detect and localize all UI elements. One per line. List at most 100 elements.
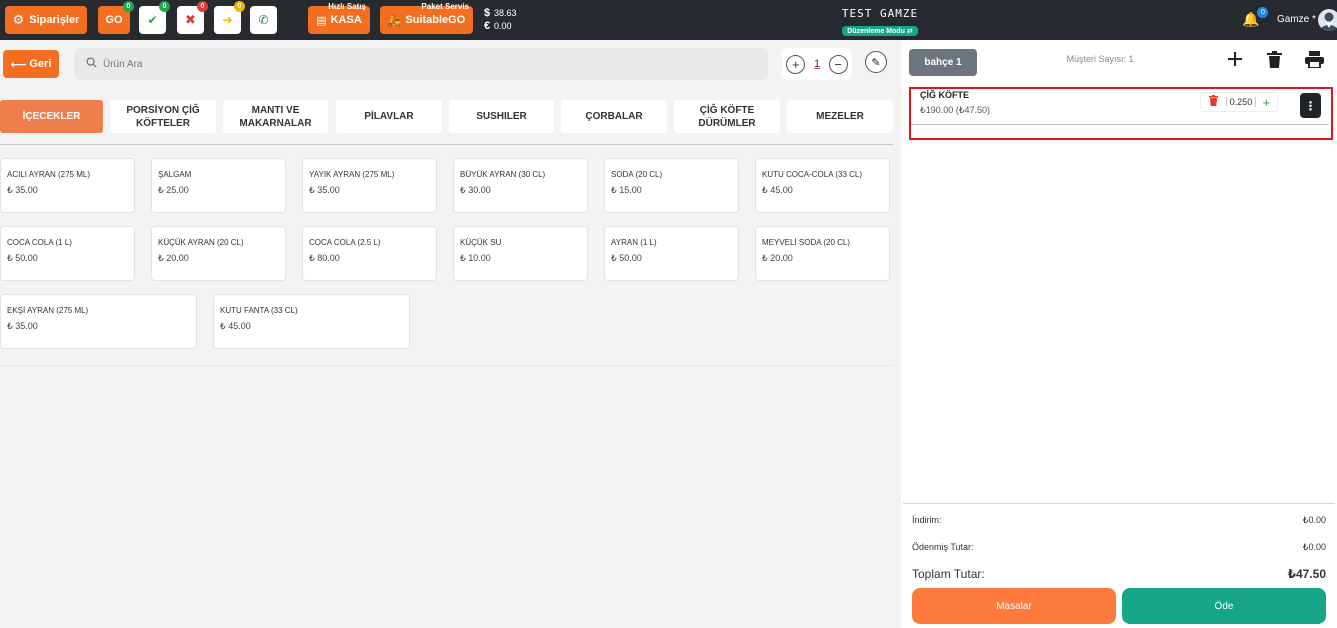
product-card[interactable]: ACILI AYRAN (275 ML) ₺ 35.00: [0, 158, 135, 213]
swap-icon: ⇄: [906, 28, 913, 35]
tab-pilavlar[interactable]: PİLAVLAR: [336, 100, 442, 133]
product-card[interactable]: COCA COLA (2.5 L) ₺ 80.00: [302, 226, 437, 281]
product-name: COCA COLA (1 L): [7, 238, 72, 247]
discount-value: ₺0.00: [1302, 515, 1326, 525]
tab-mezeler[interactable]: MEZELER: [787, 100, 893, 133]
edit-mode-toggle[interactable]: Düzenleme Modu ⇄: [842, 26, 918, 36]
product-name: MEYVELİ SODA (20 CL): [762, 238, 851, 247]
product-card[interactable]: KÜÇÜK AYRAN (20 CL) ₺ 20.00: [151, 226, 286, 281]
gear-icon: ⚙: [12, 12, 25, 27]
approved-orders-button[interactable]: ✔ 0: [139, 1, 170, 34]
edit-mode-label: Düzenleme Modu: [847, 28, 905, 35]
tab-sushiler[interactable]: SUSHILER: [449, 100, 554, 133]
delete-order-button[interactable]: [1267, 51, 1282, 73]
tables-button[interactable]: Masalar: [912, 588, 1116, 624]
notification-button[interactable]: 🔔 0: [1242, 7, 1269, 28]
quantity-decrease-button[interactable]: −: [828, 54, 848, 74]
total-value: ₺47.50: [1287, 567, 1326, 581]
tab-porsiyon-cig-kofteler[interactable]: PORSİYON ÇİĞ KÖFTELER: [110, 100, 216, 133]
product-card[interactable]: EKŞİ AYRAN (275 ML) ₺ 35.00: [0, 294, 197, 349]
product-card[interactable]: KÜÇÜK SU ₺ 10.00: [453, 226, 588, 281]
back-button[interactable]: ⟵ Geri: [3, 50, 59, 78]
product-card[interactable]: YAYIK AYRAN (275 ML) ₺ 35.00: [302, 158, 437, 213]
product-card[interactable]: MEYVELİ SODA (20 CL) ₺ 20.00: [755, 226, 890, 281]
kasa-button[interactable]: Hızlı Satış ▤ KASA: [308, 2, 370, 34]
store-name: TEST GAMZE: [841, 7, 919, 20]
product-price: ₺ 20.00: [158, 253, 189, 263]
product-price: ₺ 35.00: [7, 185, 38, 195]
tab-manti-ve-makarnalar[interactable]: MANTI VE MAKARNALAR: [223, 100, 328, 133]
product-card[interactable]: COCA COLA (1 L) ₺ 50.00: [0, 226, 135, 281]
product-card[interactable]: ŞALGAM ₺ 25.00: [151, 158, 286, 213]
product-price: ₺ 80.00: [309, 253, 340, 263]
order-item-divider: [911, 124, 1329, 125]
category-divider: [0, 144, 893, 145]
user-menu[interactable]: Gamze *: [1277, 14, 1316, 25]
arrow-left-icon: ⟵: [10, 58, 27, 71]
product-card[interactable]: KUTU COCA-COLA (33 CL) ₺ 45.00: [755, 158, 890, 213]
product-price: ₺ 25.00: [158, 185, 189, 195]
customer-count[interactable]: Müşteri Sayısı: 1: [1040, 54, 1160, 64]
discount-label: İndirim:: [912, 515, 942, 525]
product-card[interactable]: KUTU FANTA (33 CL) ₺ 45.00: [213, 294, 410, 349]
pay-button[interactable]: Öde: [1122, 588, 1326, 624]
product-price: ₺ 50.00: [611, 253, 642, 263]
search-input[interactable]: Ürün Ara: [74, 48, 768, 80]
orders-button[interactable]: ⚙ Siparişler: [5, 6, 87, 34]
cancelled-orders-button[interactable]: ✖ 0: [177, 1, 208, 34]
quantity-increase-button[interactable]: +: [786, 54, 806, 74]
trash-icon: [1267, 51, 1282, 68]
kasa-label: KASA: [330, 14, 362, 26]
product-price: ₺ 45.00: [220, 321, 251, 331]
order-item-quantity[interactable]: 0.250: [1226, 97, 1256, 107]
product-name: EKŞİ AYRAN (275 ML): [7, 306, 89, 315]
product-price: ₺ 15.00: [611, 185, 642, 195]
phone-orders-button[interactable]: ✆: [250, 6, 277, 34]
product-name: BÜYÜK AYRAN (30 CL): [460, 170, 546, 179]
tab-cig-kofte-durumler[interactable]: ÇİĞ KÖFTE DÜRÜMLER: [674, 100, 780, 133]
product-grid-divider: [0, 365, 893, 366]
usd-rate: 38.63: [494, 8, 517, 18]
edit-button[interactable]: ✎: [865, 51, 887, 73]
cancelled-count-badge: 0: [197, 1, 208, 12]
print-button[interactable]: [1305, 51, 1324, 73]
increase-item-button[interactable]: +: [1256, 95, 1277, 110]
delivery-button[interactable]: Paket Servis 🛵 SuitableGO: [380, 2, 473, 34]
order-item-quantity-control: 0.250 +: [1200, 92, 1278, 112]
cash-register-icon: ▤: [316, 14, 327, 27]
eur-rate: 0.00: [494, 21, 512, 31]
product-name: KÜÇÜK SU: [460, 238, 502, 247]
product-card[interactable]: BÜYÜK AYRAN (30 CL) ₺ 30.00: [453, 158, 588, 213]
back-label: Geri: [29, 58, 52, 70]
product-name: SODA (20 CL): [611, 170, 663, 179]
add-button[interactable]: [1227, 51, 1243, 72]
more-vertical-icon: ⋮: [1304, 98, 1317, 113]
product-name: ACILI AYRAN (275 ML): [7, 170, 90, 179]
table-button[interactable]: bahçe 1: [909, 49, 977, 76]
search-placeholder: Ürün Ara: [103, 58, 143, 70]
product-card[interactable]: SODA (20 CL) ₺ 15.00: [604, 158, 739, 213]
product-card[interactable]: AYRAN (1 L) ₺ 50.00: [604, 226, 739, 281]
tab-icecekler[interactable]: İÇECEKLER: [0, 100, 103, 133]
tab-corbalar[interactable]: ÇORBALAR: [561, 100, 667, 133]
close-icon: ✖: [185, 12, 196, 27]
go-button[interactable]: GO 0: [98, 1, 134, 34]
more-options-button[interactable]: ⋮: [1300, 93, 1321, 118]
approved-count-badge: 0: [159, 1, 170, 12]
product-price: ₺ 20.00: [762, 253, 793, 263]
store-title-block: TEST GAMZE Düzenleme Modu ⇄: [838, 7, 922, 38]
top-bar: ⚙ Siparişler GO 0 ✔ 0 ✖ 0 ➔ 0 ✆ Hızlı Sa…: [0, 0, 1337, 40]
remove-item-button[interactable]: [1201, 95, 1226, 109]
user-name: Gamze: [1277, 14, 1310, 25]
orders-label: Siparişler: [29, 14, 80, 26]
product-price: ₺ 35.00: [309, 185, 340, 195]
delivery-tag: Paket Servis: [421, 2, 469, 11]
forwarded-count-badge: 0: [234, 1, 245, 12]
quantity-value[interactable]: 1: [814, 58, 820, 70]
phone-icon: ✆: [258, 13, 269, 27]
order-item-price: ₺190.00 (₺47.50): [920, 105, 990, 115]
forwarded-orders-button[interactable]: ➔ 0: [214, 1, 245, 34]
avatar[interactable]: [1318, 9, 1337, 31]
discount-row: İndirim: ₺0.00: [912, 515, 1326, 526]
arrow-right-icon: ➔: [222, 13, 233, 27]
